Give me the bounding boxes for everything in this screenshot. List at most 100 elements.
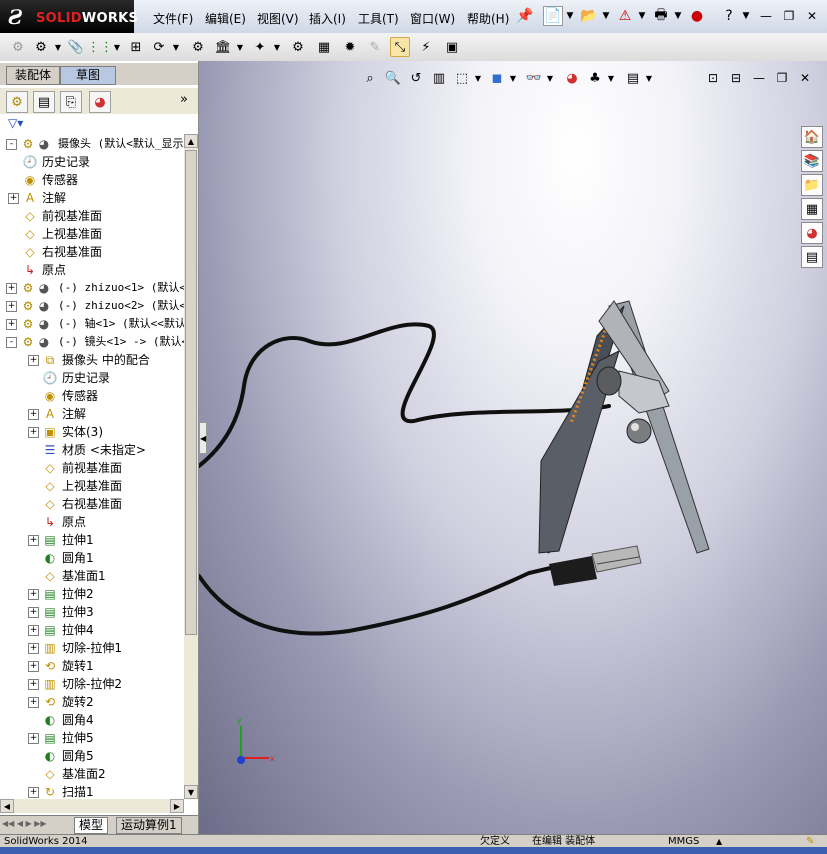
previous-view-icon[interactable]: ↺	[407, 69, 425, 87]
tree-row[interactable]: 🕘 历史记录	[0, 153, 184, 171]
property-manager-tab-icon[interactable]: ▤	[33, 91, 55, 113]
take-snapshot-icon[interactable]: ▣	[442, 37, 462, 57]
pin-icon[interactable]: 📌	[514, 6, 536, 26]
view-orientation-icon[interactable]: ⬚	[453, 69, 471, 87]
view-settings-icon[interactable]: ▤	[624, 69, 642, 87]
new-part-icon[interactable]: ⚙	[31, 37, 51, 57]
tab-nav-arrows-icon[interactable]: ◀◀ ◀ ▶ ▶▶	[2, 819, 47, 828]
tree-row[interactable]: + ▤ 拉伸5	[0, 729, 184, 747]
hide-show-items-icon[interactable]: 👓	[525, 69, 543, 87]
chevron-down-icon[interactable]: ▼	[474, 69, 482, 87]
expand-icon[interactable]: +	[28, 589, 39, 600]
viewport-close-button[interactable]: ✕	[796, 69, 814, 87]
expand-icon[interactable]: +	[6, 319, 17, 330]
feature-manager-tab-icon[interactable]: ⚙	[6, 91, 28, 113]
minimize-button[interactable]: —	[757, 8, 775, 24]
view-palette-icon[interactable]: ▦	[801, 198, 823, 220]
tree-row[interactable]: + ⟲ 旋转2	[0, 693, 184, 711]
show-hidden-components-icon[interactable]: ⚙	[188, 37, 208, 57]
menu-file[interactable]: 文件(F)	[153, 10, 193, 27]
expand-icon[interactable]: +	[28, 535, 39, 546]
graphics-viewport[interactable]: y x ⌕ 🔍 ↺ ▥ ⬚ ▼ ◼ ▼ 👓 ▼ ◕ ♣ ▼ ▤ ▼ ⊡ ⊟ — …	[199, 61, 827, 834]
zoom-to-area-icon[interactable]: 🔍	[384, 69, 402, 87]
expand-icon[interactable]: +	[6, 301, 17, 312]
tree-row[interactable]: ◇ 前视基准面	[0, 207, 184, 225]
tree-row[interactable]: ◇ 右视基准面	[0, 243, 184, 261]
tree-row[interactable]: + ▥ 切除-拉伸2	[0, 675, 184, 693]
viewport-minimize-button[interactable]: —	[750, 69, 768, 87]
open-folder-icon[interactable]: 📂	[578, 6, 600, 26]
chevron-down-icon[interactable]: ▼	[509, 69, 517, 87]
chevron-down-icon[interactable]: ▼	[607, 69, 615, 87]
tree-horizontal-scrollbar[interactable]: ◀ ▶	[0, 799, 184, 813]
expand-icon[interactable]: +	[28, 679, 39, 690]
tree-row[interactable]: ◇ 上视基准面	[0, 477, 184, 495]
chevron-down-icon[interactable]: ▼	[273, 37, 281, 57]
update-speedpak-icon[interactable]: ⚡	[416, 37, 436, 57]
tab-sketch[interactable]: 草图	[60, 66, 116, 85]
bill-of-materials-icon[interactable]: ▦	[314, 37, 334, 57]
expand-icon[interactable]: +	[28, 427, 39, 438]
tree-row[interactable]: ◇ 右视基准面	[0, 495, 184, 513]
chevron-down-icon[interactable]: ▼	[601, 6, 611, 26]
edit-appearance-icon[interactable]: ◕	[563, 69, 581, 87]
tree-row[interactable]: + ▥ 切除-拉伸1	[0, 639, 184, 657]
tree-row[interactable]: + ⚙ ◕ (-) 轴<1> (默认<<默认	[0, 315, 184, 333]
tree-row[interactable]: ◇ 前视基准面	[0, 459, 184, 477]
chevron-down-icon[interactable]: ▼	[546, 69, 554, 87]
tree-row[interactable]: ↳ 原点	[0, 261, 184, 279]
chevron-down-icon[interactable]: ▼	[645, 69, 653, 87]
smart-fasteners-icon[interactable]: ⊞	[126, 37, 146, 57]
assembly-features-icon[interactable]: 🏛	[213, 37, 233, 57]
tree-row[interactable]: + ▣ 实体(3)	[0, 423, 184, 441]
chevron-down-icon[interactable]: ▼	[637, 6, 647, 26]
tree-row[interactable]: ◐ 圆角4	[0, 711, 184, 729]
section-view-icon[interactable]: ▥	[430, 69, 448, 87]
chevron-down-icon[interactable]: ▼	[565, 6, 575, 26]
collapse-icon[interactable]: -	[6, 139, 17, 150]
expand-icon[interactable]: +	[28, 697, 39, 708]
new-document-icon[interactable]: 📄	[543, 6, 563, 26]
scroll-left-icon[interactable]: ◀	[0, 799, 14, 813]
tab-motion-study[interactable]: 运动算例1	[116, 817, 182, 834]
chevron-down-icon[interactable]: ▼	[741, 6, 751, 26]
menu-tools[interactable]: 工具(T)	[358, 10, 399, 27]
tree-row[interactable]: + ▤ 拉伸2	[0, 585, 184, 603]
tree-row[interactable]: ◐ 圆角1	[0, 549, 184, 567]
tree-row[interactable]: + ⧉ 摄像头 中的配合	[0, 351, 184, 369]
tree-row[interactable]: ◉ 传感器	[0, 387, 184, 405]
expand-icon[interactable]: +	[28, 409, 39, 420]
tree-row[interactable]: + ⚙ ◕ (-) zhizuo<1> (默认<	[0, 279, 184, 297]
tree-row[interactable]: ◇ 基准面2	[0, 765, 184, 783]
scroll-up-icon[interactable]: ▲	[184, 134, 198, 148]
menu-help[interactable]: 帮助(H)	[467, 10, 509, 27]
expand-icon[interactable]: +	[28, 607, 39, 618]
expand-icon[interactable]: +	[28, 643, 39, 654]
display-style-icon[interactable]: ◼	[488, 69, 506, 87]
menu-edit[interactable]: 编辑(E)	[205, 10, 246, 27]
tree-row[interactable]: + ▤ 拉伸3	[0, 603, 184, 621]
tree-row[interactable]: ◉ 传感器	[0, 171, 184, 189]
chevron-down-icon[interactable]: ▼	[113, 37, 121, 57]
insert-component-icon[interactable]: ⚙	[8, 37, 28, 57]
new-motion-study-icon[interactable]: ⚙	[288, 37, 308, 57]
expand-icon[interactable]: +	[28, 625, 39, 636]
rebuild-traffic-light-icon[interactable]: ●	[686, 6, 708, 26]
design-library-icon[interactable]: 📚	[801, 150, 823, 172]
chevron-down-icon[interactable]: ▼	[236, 37, 244, 57]
tree-row[interactable]: + ▤ 拉伸4	[0, 621, 184, 639]
collapse-icon[interactable]: -	[6, 337, 17, 348]
panel-collapse-handle[interactable]: ◀	[199, 422, 207, 454]
viewport-restore-button[interactable]: ❐	[773, 69, 791, 87]
chevron-down-icon[interactable]: ▼	[172, 37, 180, 57]
menu-window[interactable]: 窗口(W)	[410, 10, 455, 27]
configuration-manager-tab-icon[interactable]: ⎘	[60, 91, 82, 113]
restore-button[interactable]: ❐	[780, 8, 798, 24]
tree-row[interactable]: ☰ 材质 <未指定>	[0, 441, 184, 459]
tree-row[interactable]: + ▤ 拉伸1	[0, 531, 184, 549]
chevron-down-icon[interactable]: ▼	[54, 37, 62, 57]
expand-panel-icon[interactable]: »	[180, 92, 188, 107]
tab-assembly[interactable]: 装配体	[6, 66, 60, 85]
mate-paperclip-icon[interactable]: 📎	[66, 37, 86, 57]
zoom-to-fit-icon[interactable]: ⌕	[361, 69, 379, 87]
